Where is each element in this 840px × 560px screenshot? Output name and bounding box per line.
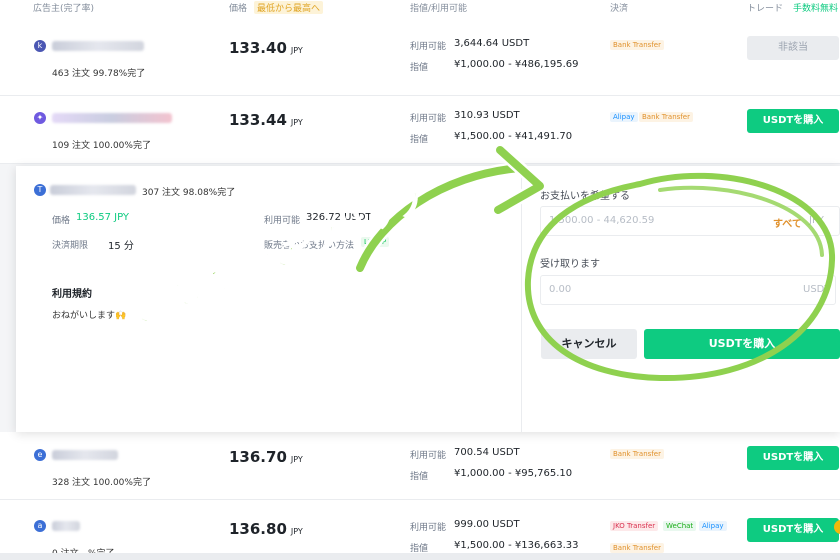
available-label: 利用可能 bbox=[410, 523, 447, 533]
sort-toggle[interactable]: 最低から最高へ bbox=[254, 1, 324, 14]
payment-tag: Bank Transfer bbox=[639, 112, 693, 122]
period-label: 決済期限 bbox=[52, 241, 89, 251]
order-stats: 463 注文 99.78%完了 bbox=[52, 69, 146, 79]
payment-tag: Alipay bbox=[610, 112, 638, 122]
limit-range: ¥1,000.00 - ¥95,765.10 bbox=[454, 468, 573, 479]
advertiser-name-blurred[interactable] bbox=[52, 41, 144, 51]
available-amount: 999.00 USDT bbox=[454, 519, 520, 530]
buy-usdt-button[interactable]: USDTを購入 bbox=[747, 109, 839, 133]
available-label: 利用可能 bbox=[410, 114, 447, 124]
limit-label: 指値 bbox=[410, 135, 429, 145]
order-stats: 109 注文 100.00%完了 bbox=[52, 141, 151, 151]
header-trade: トレード bbox=[747, 4, 784, 14]
limit-range: ¥1,500.00 - ¥41,491.70 bbox=[454, 131, 573, 142]
avatar: e bbox=[34, 449, 46, 461]
limit-label: 指値 bbox=[410, 472, 429, 482]
payment-tag: Bank Transfer bbox=[610, 40, 664, 50]
order-stats: 307 注文 98.08%完了 bbox=[142, 188, 236, 198]
payment-tag: JKO Transfer bbox=[610, 521, 659, 531]
available-amount: 310.93 USDT bbox=[454, 110, 520, 121]
pay-unit: JPY bbox=[809, 215, 824, 226]
table-row: k 463 注文 99.78%完了 133.40 JPY 利用可能 3,644.6… bbox=[0, 14, 840, 96]
table-header: 広告主(完了率) 価格 最低から最高へ 指値/利用可能 決済 トレード 手数料無… bbox=[0, 0, 840, 14]
header-limit: 指値/利用可能 bbox=[410, 4, 468, 14]
header-price: 価格 bbox=[229, 4, 248, 14]
payment-tag: Bank Transfer bbox=[610, 543, 664, 553]
pay-amount-input[interactable]: 1,500.00 - 44,620.59 すべて JPY bbox=[540, 206, 840, 236]
payment-tag: WeChat bbox=[663, 521, 697, 531]
payment-tag: Bank Transfer bbox=[610, 449, 664, 459]
price-label: 価格 bbox=[52, 216, 71, 226]
confirm-buy-button[interactable]: USDTを購入 bbox=[644, 329, 840, 359]
terms-title: 利用規約 bbox=[52, 289, 92, 300]
bottom-strip bbox=[0, 553, 840, 560]
price: 133.40 JPY bbox=[229, 39, 303, 57]
limit-range: ¥1,000.00 - ¥486,195.69 bbox=[454, 59, 579, 70]
advertiser-name-blurred[interactable] bbox=[52, 113, 172, 123]
available-label: 利用可能 bbox=[410, 451, 447, 461]
price: 133.44 JPY bbox=[229, 111, 303, 129]
available-amount: 700.54 USDT bbox=[454, 447, 520, 458]
available-label: 利用可能 bbox=[410, 42, 447, 52]
advertiser-name-blurred[interactable] bbox=[50, 185, 136, 195]
available-amount: 3,644.64 USDT bbox=[454, 38, 530, 49]
avatar: k bbox=[34, 40, 46, 52]
receive-amount-input[interactable]: 0.00 USDT bbox=[540, 275, 836, 305]
table-row: a 0 注文 --%完了 136.80JPY 利用可能 999.00 USDT … bbox=[0, 500, 840, 560]
advertiser-name-blurred[interactable] bbox=[52, 450, 118, 460]
order-stats: 328 注文 100.00%完了 bbox=[52, 478, 151, 488]
panel-divider bbox=[521, 166, 522, 432]
price-value: 136.57 JPY bbox=[76, 212, 130, 223]
not-applicable-button: 非該当 bbox=[747, 36, 839, 60]
limit-label: 指値 bbox=[410, 63, 429, 73]
receive-unit: USDT bbox=[803, 284, 831, 295]
avatar: ✦ bbox=[34, 112, 46, 124]
header-payment: 決済 bbox=[610, 4, 629, 14]
fee-free-badge: 手数料無料 bbox=[793, 4, 839, 14]
advertiser-name-blurred[interactable] bbox=[52, 521, 80, 531]
receive-label: 受け取ります bbox=[540, 259, 600, 270]
cancel-button[interactable]: キャンセル bbox=[541, 329, 637, 359]
table-row: ✦ 109 注文 100.00%完了 133.44 JPY 利用可能 310.93… bbox=[0, 96, 840, 164]
avatar: T bbox=[34, 184, 46, 196]
price: 136.70 JPY bbox=[229, 448, 303, 466]
pay-placeholder: 1,500.00 - 44,620.59 bbox=[549, 215, 655, 226]
pay-all-link[interactable]: すべて bbox=[773, 215, 802, 230]
limit-range: ¥1,500.00 - ¥136,663.33 bbox=[454, 540, 579, 551]
price: 136.80 JPY bbox=[229, 520, 303, 538]
avatar: a bbox=[34, 520, 46, 532]
pay-label: お支払いを希望する bbox=[540, 191, 630, 202]
buy-usdt-button[interactable]: USDTを購入 bbox=[747, 446, 839, 470]
payment-tag: Alipay bbox=[699, 521, 727, 531]
period-value: 15 分 bbox=[108, 241, 134, 252]
table-row: e 328 注文 100.00%完了 136.70 JPY 利用可能 700.54… bbox=[0, 432, 840, 500]
header-advertiser: 広告主(完了率) bbox=[33, 4, 95, 14]
buy-usdt-button[interactable]: USDTを購入 bbox=[747, 518, 839, 542]
receive-placeholder: 0.00 bbox=[549, 284, 572, 295]
